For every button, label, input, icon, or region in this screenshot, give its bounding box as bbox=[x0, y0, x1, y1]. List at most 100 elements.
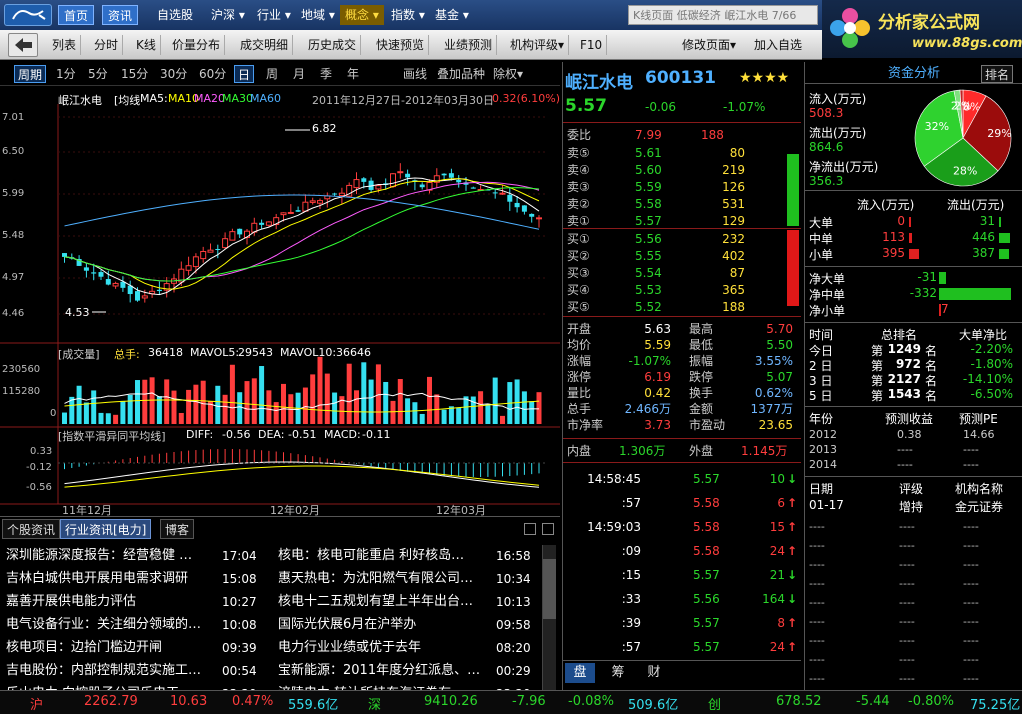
news-item[interactable]: 吉林白城供电开展用电需求调研 bbox=[6, 568, 216, 590]
function-toolbar: 列表 分时 K线 价量分布 成交明细 历史成交 快速预览 业绩预测 机构评级▾ … bbox=[0, 30, 822, 60]
news-scrollbar[interactable] bbox=[542, 545, 556, 691]
bid-row[interactable]: 买④ 5.53 365 bbox=[563, 281, 801, 299]
news-item[interactable]: 国际光伏展6月在沪举办 bbox=[278, 614, 490, 636]
ask-row[interactable]: 卖⑤ 5.61 80 bbox=[563, 144, 801, 162]
news-item[interactable]: 深圳能源深度报告：经营稳健 … bbox=[6, 545, 216, 567]
tick-time: :57 bbox=[621, 640, 641, 654]
bid-row[interactable]: 买① 5.56 232 bbox=[563, 230, 801, 248]
news-item[interactable]: 电气设备行业：关注细分领域的… bbox=[6, 614, 216, 636]
volume-bar bbox=[222, 394, 228, 424]
tb-price-volume[interactable]: 价量分布 bbox=[168, 35, 226, 55]
quote-panel: 岷江水电 600131 ★★★★ 5.57 -0.06 -1.07% 委比 7.… bbox=[562, 62, 802, 690]
tick-volume: 15 bbox=[769, 520, 785, 534]
bid-row[interactable]: 买③ 5.54 87 bbox=[563, 264, 801, 282]
period-5min[interactable]: 5分 bbox=[85, 65, 111, 83]
news-item[interactable]: 宝新能源：2011年度分红派息、… bbox=[278, 660, 490, 682]
volume-bar bbox=[361, 362, 367, 424]
arrow-up-icon: ↑ bbox=[787, 640, 798, 654]
nav-watchlist[interactable]: 自选股 bbox=[152, 5, 198, 25]
period-60min[interactable]: 60分 bbox=[196, 65, 229, 83]
rank-button[interactable]: 排名 bbox=[981, 65, 1013, 83]
news-item[interactable]: 核电项目：边拾门槛边开闸 bbox=[6, 637, 216, 659]
tb-trade-detail[interactable]: 成交明细 bbox=[236, 35, 294, 55]
nav-index[interactable]: 指数 ▾ bbox=[386, 5, 430, 25]
nav-news[interactable]: 资讯 bbox=[102, 5, 139, 25]
nav-hushen[interactable]: 沪深 ▾ bbox=[206, 5, 250, 25]
exright-button[interactable]: 除权▾ bbox=[490, 65, 526, 83]
tab-stock-news[interactable]: 个股资讯 bbox=[2, 519, 61, 539]
period-season[interactable]: 季 bbox=[317, 65, 335, 83]
news-item[interactable]: 核电十二五规划有望上半年出台… bbox=[278, 591, 490, 613]
period-year[interactable]: 年 bbox=[344, 65, 362, 83]
volume-total-label: 总手: bbox=[114, 348, 140, 361]
tb-forecast[interactable]: 业绩预测 bbox=[440, 35, 498, 55]
minimize-icon[interactable] bbox=[524, 523, 536, 535]
ask-row[interactable]: 卖② 5.58 531 bbox=[563, 195, 801, 213]
news-item[interactable]: 核电：核电可能重启 利好核岛… bbox=[278, 545, 490, 567]
tab-chou[interactable]: 筹 bbox=[603, 663, 633, 683]
tab-blog[interactable]: 博客 bbox=[160, 519, 195, 539]
add-watchlist-button[interactable]: 加入自选 bbox=[750, 35, 806, 55]
brand-url[interactable]: www.88gs.com bbox=[912, 36, 1022, 51]
candle-body bbox=[361, 178, 367, 182]
app-logo-icon[interactable] bbox=[4, 4, 52, 26]
flow-label: 流入(万元) bbox=[809, 92, 867, 106]
news-item[interactable]: 惠天热电：为沈阳燃气有限公司… bbox=[278, 568, 490, 590]
tb-quick-preview[interactable]: 快速预览 bbox=[372, 35, 430, 55]
ask-row[interactable]: 卖④ 5.60 219 bbox=[563, 161, 801, 179]
tab-cai[interactable]: 财 bbox=[639, 663, 669, 683]
tb-kline[interactable]: K线 bbox=[132, 35, 161, 55]
maximize-icon[interactable] bbox=[542, 523, 554, 535]
news-item[interactable]: 嘉善开展供电能力评估 bbox=[6, 591, 216, 613]
nav-region[interactable]: 地域 ▾ bbox=[296, 5, 340, 25]
volume-bar bbox=[500, 415, 505, 424]
period-label[interactable]: 周期 bbox=[14, 65, 47, 83]
scroll-thumb[interactable] bbox=[543, 559, 556, 619]
tab-pan[interactable]: 盘 bbox=[565, 663, 595, 683]
net-value: -332 bbox=[909, 286, 937, 300]
period-month[interactable]: 月 bbox=[290, 65, 308, 83]
chevron-down-icon: ▾ bbox=[517, 67, 524, 81]
tb-rating[interactable]: 机构评级▾ bbox=[506, 35, 570, 55]
ask-level: 卖③ bbox=[567, 180, 590, 194]
rate-empty: ---- bbox=[899, 596, 915, 609]
period-week[interactable]: 周 bbox=[263, 65, 281, 83]
nav-home[interactable]: 首页 bbox=[58, 5, 95, 25]
draw-line-button[interactable]: 画线 bbox=[400, 65, 430, 83]
volume-bar bbox=[113, 414, 119, 424]
mavol5-value: 29543 bbox=[238, 346, 273, 359]
tb-intraday[interactable]: 分时 bbox=[90, 35, 124, 55]
sh-change: 10.63 bbox=[170, 694, 208, 709]
nav-concept[interactable]: 概念 ▾ bbox=[340, 5, 384, 25]
rank-value: 1249 bbox=[887, 342, 921, 356]
tab-industry-news[interactable]: 行业资讯[电力] bbox=[60, 519, 152, 539]
arrow-down-icon: ↓ bbox=[787, 472, 798, 486]
volume-bar bbox=[514, 379, 520, 424]
tb-history[interactable]: 历史成交 bbox=[304, 35, 362, 55]
candle-body bbox=[156, 289, 162, 292]
edit-page-button[interactable]: 修改页面▾ bbox=[678, 35, 740, 55]
overlay-button[interactable]: 叠加品种 bbox=[434, 65, 488, 83]
news-item[interactable]: 吉电股份：内部控制规范实施工… bbox=[6, 660, 216, 682]
news-time: 17:04 bbox=[222, 549, 257, 563]
period-day[interactable]: 日 bbox=[234, 65, 255, 83]
net-label: 净小单 bbox=[809, 304, 846, 318]
stat-label: 市盈动 bbox=[689, 418, 726, 432]
kline-chart-area[interactable]: 岷江水电 [均线 MA5: MA10 MA20 MA30 MA60 2011年1… bbox=[0, 86, 560, 517]
back-button[interactable] bbox=[8, 33, 38, 57]
tb-f10[interactable]: F10 bbox=[576, 35, 608, 55]
bid-row[interactable]: 买② 5.55 402 bbox=[563, 247, 801, 265]
period-30min[interactable]: 30分 bbox=[157, 65, 190, 83]
mavol5-label: MAVOL5: bbox=[190, 346, 240, 359]
bid-row[interactable]: 买⑤ 5.52 188 bbox=[563, 298, 801, 316]
period-15min[interactable]: 15分 bbox=[118, 65, 151, 83]
chevron-down-icon: ▾ bbox=[462, 8, 469, 22]
nav-industry[interactable]: 行业 ▾ bbox=[252, 5, 296, 25]
search-input[interactable]: K线页面 低碳经济 岷江水电 7/66 bbox=[628, 5, 818, 25]
news-item[interactable]: 电力行业业绩或优于去年 bbox=[278, 637, 490, 659]
tb-list[interactable]: 列表 bbox=[48, 35, 82, 55]
period-1min[interactable]: 1分 bbox=[53, 65, 79, 83]
nav-fund[interactable]: 基金 ▾ bbox=[430, 5, 474, 25]
volume-bar bbox=[251, 378, 257, 424]
ask-row[interactable]: 卖③ 5.59 126 bbox=[563, 178, 801, 196]
